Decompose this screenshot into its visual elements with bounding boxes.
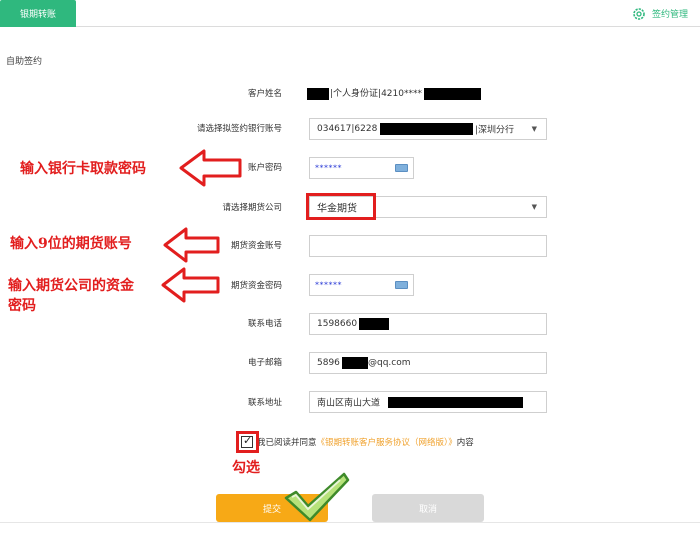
bank-account-select[interactable]: 034617|6228 |深圳分行 ▼ (309, 118, 547, 140)
annotation-futures-password-line2: 密码 (8, 298, 36, 314)
phone-label: 联系电话 (247, 319, 282, 329)
cancel-button[interactable]: 取消 (372, 494, 484, 522)
arrow-left-icon (161, 267, 220, 303)
email-input[interactable]: 5896 @qq.com (309, 352, 547, 374)
redaction-bar (307, 88, 329, 100)
agreement-row: 我已阅读并同意 《银期转账客户服务协议（网络版）》 内容 (241, 434, 474, 448)
keyboard-icon[interactable] (395, 164, 408, 172)
contract-management-label: 签约管理 (651, 10, 688, 20)
address-input[interactable]: 南山区南山大道 (309, 391, 547, 413)
customer-name-label: 客户姓名 (247, 89, 282, 99)
arrow-left-icon (179, 149, 242, 187)
annotation-bank-password: 输入银行卡取款密码 (20, 161, 146, 177)
account-password-field[interactable]: ****** (309, 157, 414, 179)
password-mask: ****** (315, 163, 342, 173)
futures-password-field[interactable]: ****** (309, 274, 414, 296)
gear-icon (632, 7, 646, 21)
futures-company-label: 请选择期货公司 (222, 203, 282, 213)
annotation-futures-password-line1: 输入期货公司的资金 (8, 278, 134, 294)
agreement-prefix: 我已阅读并同意 (257, 438, 317, 448)
password-mask: ****** (315, 280, 342, 290)
bank-account-value: 034617|6228 (317, 124, 378, 134)
address-value: 南山区南山大道 (317, 398, 381, 409)
email-value-suffix: @qq.com (368, 358, 411, 368)
bank-branch-value: |深圳分行 (475, 125, 515, 136)
section-title: 自助签约 (6, 57, 43, 67)
redaction-bar (359, 318, 389, 330)
keyboard-icon[interactable] (395, 281, 408, 289)
contract-management-link[interactable]: 签约管理 (632, 5, 688, 22)
phone-input[interactable]: 1598660 (309, 313, 547, 335)
email-value-prefix: 5896 (317, 358, 340, 368)
check-mark-icon (284, 472, 350, 522)
arrow-left-icon (163, 227, 220, 263)
redaction-bar (388, 397, 523, 408)
top-bar: 银期转账 签约管理 (0, 0, 700, 27)
phone-value: 1598660 (317, 319, 358, 329)
customer-id-text: |个人身份证|4210**** (330, 89, 422, 99)
address-label: 联系地址 (247, 398, 282, 408)
agreement-suffix: 内容 (456, 438, 474, 448)
email-label: 电子邮箱 (247, 358, 282, 368)
highlight-box (306, 193, 376, 220)
tab-bank-futures-transfer[interactable]: 银期转账 (0, 0, 76, 27)
caret-down-icon: ▼ (531, 125, 537, 133)
redaction-bar (424, 88, 481, 100)
futures-account-input[interactable] (309, 235, 547, 257)
bank-account-label: 请选择拟签约银行账号 (196, 124, 282, 134)
annotation-futures-account: 输入9位的期货账号 (10, 236, 132, 252)
caret-down-icon: ▼ (531, 203, 537, 211)
agreement-link[interactable]: 《银期转账客户服务协议（网络版）》 (317, 436, 457, 448)
redaction-bar (342, 357, 368, 369)
checkbox-highlight-box (236, 431, 259, 453)
annotation-check: 勾选 (232, 460, 260, 476)
redaction-bar (380, 123, 473, 135)
